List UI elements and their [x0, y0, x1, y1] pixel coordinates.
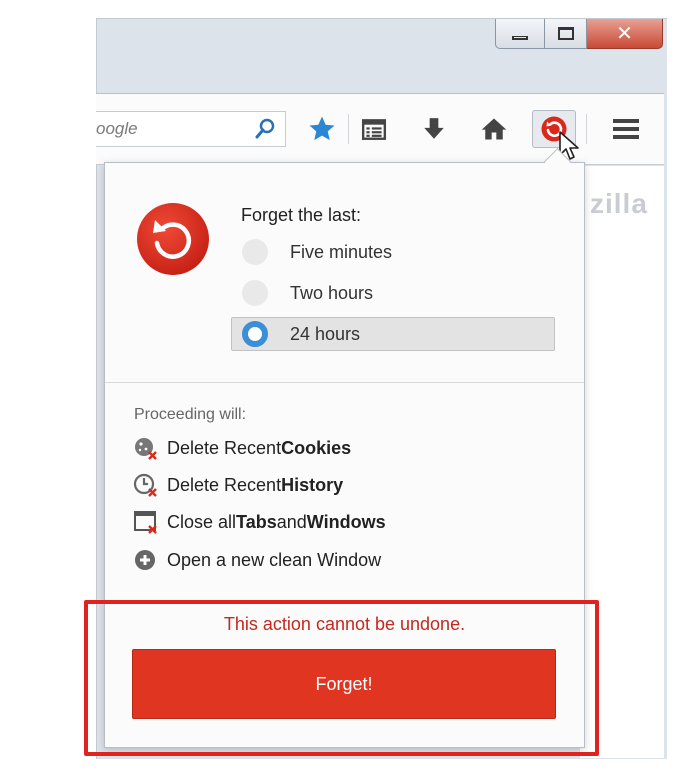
- action-delete-history: Delete Recent History: [133, 472, 343, 498]
- close-button[interactable]: ✕: [587, 19, 663, 49]
- action-text-middle: and: [276, 511, 307, 532]
- forget-logo: [135, 201, 211, 282]
- star-icon: [309, 116, 335, 141]
- minimize-button[interactable]: [495, 19, 545, 49]
- action-text-bold: Tabs: [236, 511, 277, 532]
- radio-button[interactable]: [242, 280, 268, 306]
- home-button[interactable]: [476, 111, 512, 147]
- menu-icon: [613, 119, 639, 139]
- maximize-icon: [557, 27, 574, 40]
- search-input[interactable]: [96, 114, 246, 144]
- action-open-clean-window: Open a new clean Window: [133, 547, 381, 573]
- window-controls: ✕: [495, 19, 663, 49]
- toolbar-separator: [586, 114, 587, 144]
- action-text-prefix: Open a new clean Window: [167, 549, 382, 570]
- panel-divider: [105, 382, 584, 383]
- minimize-icon: [512, 35, 528, 40]
- action-close-tabs-windows: Close all Tabs and Windows: [133, 509, 386, 535]
- page-watermark-text: zilla: [590, 188, 648, 219]
- menu-button[interactable]: [608, 111, 644, 147]
- navigation-toolbar: [96, 93, 664, 165]
- bookmark-star-button[interactable]: [304, 111, 340, 147]
- action-text-bold: Cookies: [281, 437, 352, 458]
- toolbar-separator: [348, 114, 349, 144]
- downloads-button[interactable]: [416, 111, 452, 147]
- option-label: Five minutes: [290, 241, 393, 262]
- action-text-prefix: Close all: [167, 511, 237, 532]
- action-delete-cookies: Delete Recent Cookies: [133, 435, 351, 461]
- window-close-icon: [133, 509, 159, 535]
- options-title: Forget the last:: [241, 205, 362, 225]
- option-label: Two hours: [290, 282, 374, 303]
- option-two-hours[interactable]: Two hours: [231, 276, 555, 310]
- action-text-bold: History: [281, 474, 344, 495]
- action-text-bold: Windows: [306, 511, 386, 532]
- cookie-delete-icon: [133, 435, 159, 461]
- reading-list-icon: [361, 119, 387, 140]
- search-box: [96, 111, 286, 147]
- forget-large-icon: [137, 203, 209, 275]
- option-five-minutes[interactable]: Five minutes: [231, 235, 555, 269]
- close-icon: ✕: [616, 23, 633, 45]
- radio-button[interactable]: [242, 239, 268, 265]
- home-icon: [481, 118, 507, 140]
- radio-button-selected[interactable]: [242, 321, 268, 347]
- search-icon[interactable]: [254, 118, 276, 145]
- option-label: 24 hours: [290, 323, 361, 344]
- maximize-button[interactable]: [545, 19, 587, 49]
- option-24-hours[interactable]: 24 hours: [231, 317, 555, 351]
- proceeding-title: Proceeding will:: [134, 406, 247, 423]
- action-text-prefix: Delete Recent: [167, 474, 282, 495]
- history-delete-icon: [133, 472, 159, 498]
- highlight-box: [84, 600, 599, 756]
- plus-circle-icon: [133, 547, 159, 573]
- reading-list-button[interactable]: [356, 111, 392, 147]
- download-icon: [424, 118, 444, 139]
- action-text-prefix: Delete Recent: [167, 437, 282, 458]
